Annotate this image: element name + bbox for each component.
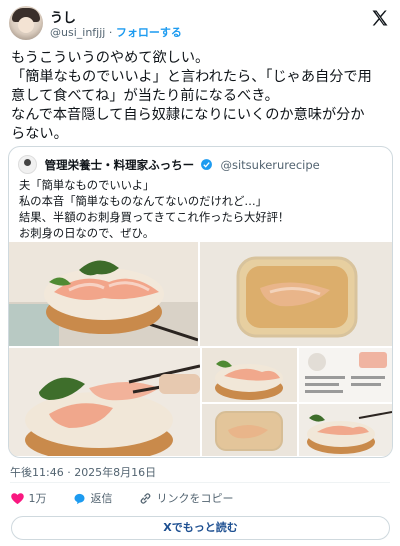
reply-icon: [74, 493, 85, 504]
food-photo-closeup[interactable]: [9, 348, 200, 456]
quoted-tweet-text: 夫「簡単なものでいいよ」 私の本音「簡単なものなんてないのだけれど…」 結果、半…: [19, 178, 384, 242]
quoted-author-name: 管理栄養士・料理家ふっちー: [44, 157, 195, 172]
tweet-line: 「簡単なものでいいよ」と言われたら、「じゃあ自分で用: [11, 69, 372, 85]
reply-button[interactable]: 返信: [72, 490, 113, 506]
food-photo-bowl[interactable]: [9, 242, 198, 346]
follow-button[interactable]: フォローする: [116, 26, 182, 39]
tweet-line: もうこういうのやめて欲しい。: [11, 50, 210, 66]
read-more-button[interactable]: Xでもっと読む: [11, 516, 390, 540]
food-photo-ingredients[interactable]: [299, 348, 392, 402]
quoted-line: お刺身の日なので、ぜひ。: [19, 227, 155, 240]
author-handle-row: @usi_infjjj · フォローする: [50, 24, 182, 40]
quoted-tweet-header: 管理栄養士・料理家ふっちー @sitsukerurecipe: [18, 155, 320, 174]
tweet-line: 意して食べてね」が当たり前になるべき。: [11, 88, 279, 104]
copy-link-button[interactable]: リンクをコピー: [138, 490, 234, 506]
link-icon: [140, 492, 151, 504]
tweet-line: らない。: [11, 126, 68, 142]
food-photo-plated[interactable]: [299, 404, 392, 456]
heart-icon: [11, 492, 24, 504]
quoted-line: 夫「簡単なものでいいよ」: [19, 179, 155, 192]
reply-label: 返信: [90, 492, 113, 505]
tweet-timestamp[interactable]: 午後11:46 · 2025年8月16日: [10, 464, 156, 480]
verified-badge-icon: [200, 159, 212, 170]
divider: [10, 482, 390, 483]
x-logo-icon[interactable]: [370, 8, 390, 28]
copy-link-label: リンクをコピー: [156, 492, 234, 505]
author-avatar[interactable]: [9, 6, 43, 40]
food-photo-glass-dish[interactable]: [202, 404, 297, 456]
like-count: 1万: [28, 492, 47, 505]
quoted-line: 結果、半額のお刺身買ってきてこれ作ったら大好評！: [19, 211, 290, 224]
like-button[interactable]: 1万: [10, 490, 47, 506]
quoted-author-handle: @sitsukerurecipe: [220, 157, 320, 172]
quoted-author-avatar: [18, 155, 37, 174]
tweet-text: もうこういうのやめて欲しい。 「簡単なものでいいよ」と言われたら、「じゃあ自分で…: [11, 49, 393, 144]
author-handle[interactable]: @usi_infjjj: [50, 26, 105, 39]
food-photo-small-bowl[interactable]: [202, 348, 297, 402]
tweet-line: なんで本音隠して自ら奴隷になりにいくのか意味が分か: [11, 107, 365, 123]
food-photo-marinade[interactable]: [200, 242, 392, 346]
tweet-header: うし @usi_infjjj · フォローする: [0, 0, 400, 40]
handle-separator: ·: [108, 26, 113, 39]
quoted-line: 私の本音「簡単なものなんてないのだけれど…」: [19, 195, 267, 208]
quoted-tweet-card[interactable]: 管理栄養士・料理家ふっちー @sitsukerurecipe 夫「簡単なものでい…: [8, 146, 393, 458]
